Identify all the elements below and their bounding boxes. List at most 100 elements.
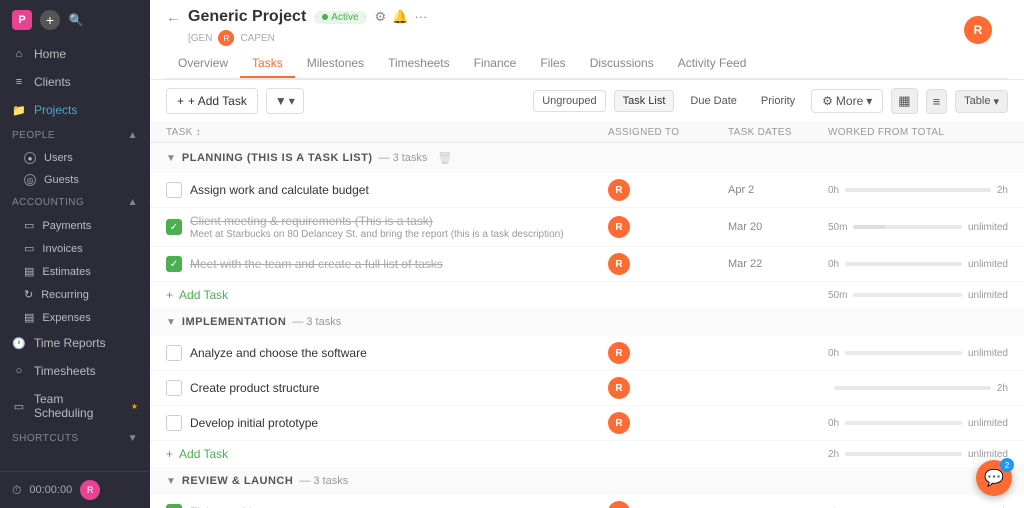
trash-icon[interactable]: 🗑 <box>437 151 452 165</box>
add-task-label: Add Task <box>179 447 228 461</box>
progress-bar <box>845 351 962 355</box>
chevron-up-icon: ▲ <box>128 130 138 141</box>
search-icon[interactable]: 🔍 <box>66 10 86 30</box>
assignee-avatar: R <box>608 253 630 275</box>
tab-activity-feed[interactable]: Activity Feed <box>666 50 759 78</box>
user-top-avatar[interactable]: R <box>964 16 992 44</box>
add-task-planning[interactable]: + Add Task 50m unlimited <box>150 282 1024 308</box>
subtotal-worked: 50m <box>828 290 847 301</box>
people-section-header: People ▲ <box>0 124 150 147</box>
chat-icon: 💬 <box>984 468 1004 488</box>
estimates-icon: ▤ <box>24 265 34 278</box>
back-button[interactable]: ← <box>166 9 180 25</box>
plus-icon: + <box>166 447 173 461</box>
project-header: ← Generic Project Active ⚙ 🔔 ··· [GEN R <box>150 0 1024 80</box>
task-assigned: R <box>608 377 728 399</box>
implementation-subtotal: 2h unlimited <box>828 449 1008 460</box>
task-worked: 0h 2h <box>828 185 1008 196</box>
filter-button[interactable]: ▼ ▾ <box>266 88 304 114</box>
sidebar-item-estimates[interactable]: ▤ Estimates <box>0 260 150 283</box>
task-list-button[interactable]: Task List <box>614 90 675 112</box>
more-button[interactable]: ⚙ More ▾ <box>811 89 883 113</box>
tab-overview[interactable]: Overview <box>166 50 240 78</box>
project-meta: [GEN R CAPEN <box>166 30 427 46</box>
sidebar-item-timesheets[interactable]: ○ Timesheets <box>0 357 150 385</box>
chat-badge: 2 <box>1000 458 1014 472</box>
user-avatar[interactable]: R <box>80 480 100 500</box>
tab-finance[interactable]: Finance <box>462 50 529 78</box>
total-value: unlimited <box>968 259 1008 270</box>
task-checkbox[interactable] <box>166 345 182 361</box>
sidebar-sub-label: Guests <box>44 174 79 186</box>
add-task-implementation[interactable]: + Add Task 2h unlimited <box>150 441 1024 467</box>
new-project-button[interactable]: + <box>40 10 60 30</box>
gear-icon: ⚙ <box>822 94 833 108</box>
tab-discussions[interactable]: Discussions <box>578 50 666 78</box>
worked-value: 50m <box>828 222 847 233</box>
tab-timesheets[interactable]: Timesheets <box>376 50 462 78</box>
sidebar-item-users[interactable]: ● Users <box>0 147 150 169</box>
section-implementation[interactable]: ▼ IMPLEMENTATION — 3 tasks <box>150 308 1024 336</box>
progress-bar <box>853 225 962 229</box>
more-icon[interactable]: ··· <box>414 9 427 25</box>
sidebar-sub-label: Payments <box>42 220 91 232</box>
sidebar-item-team-scheduling[interactable]: ▭ Team Scheduling ★ <box>0 385 150 427</box>
sidebar-item-time-reports[interactable]: 🕐 Time Reports <box>0 329 150 357</box>
assignee-avatar: R <box>608 412 630 434</box>
total-value: 2h <box>997 185 1008 196</box>
sidebar-item-home[interactable]: ⌂ Home <box>0 40 150 68</box>
notification-icon[interactable]: 🔔 <box>392 9 408 25</box>
grid-view-button[interactable]: ▦ <box>891 88 917 114</box>
add-task-label: Add Task <box>179 288 228 302</box>
projects-icon: 📁 <box>12 103 26 117</box>
col-dates-header: TASK DATES <box>728 127 828 138</box>
assignee-avatar: R <box>608 501 630 508</box>
task-checkbox[interactable]: ✓ <box>166 256 182 272</box>
task-checkbox[interactable] <box>166 415 182 431</box>
invoices-icon: ▭ <box>24 242 34 255</box>
task-checkbox[interactable]: ✓ <box>166 504 182 508</box>
more-label: More <box>836 94 863 108</box>
section-planning[interactable]: ▼ PLANNING (THIS IS A TASK LIST) — 3 tas… <box>150 143 1024 173</box>
task-assigned: R <box>608 216 728 238</box>
status-badge: Active <box>314 11 366 24</box>
chat-bubble-button[interactable]: 💬 2 <box>976 460 1012 496</box>
section-review-launch[interactable]: ▼ REVIEW & LAUNCH — 3 tasks <box>150 467 1024 495</box>
task-checkbox[interactable] <box>166 380 182 396</box>
task-checkbox[interactable] <box>166 182 182 198</box>
tab-tasks[interactable]: Tasks <box>240 50 295 78</box>
nav-tabs: Overview Tasks Milestones Timesheets Fin… <box>166 50 1008 79</box>
settings-icon[interactable]: ⚙ <box>375 9 387 25</box>
table-row: Develop initial prototype R 0h unlimited <box>150 406 1024 441</box>
table-header: TASK ↕ ASSIGNED TO TASK DATES WORKED FRO… <box>150 123 1024 143</box>
assignee-avatar: R <box>608 377 630 399</box>
tab-files[interactable]: Files <box>528 50 577 78</box>
sidebar-item-clients[interactable]: ≡ Clients <box>0 68 150 96</box>
ungrouped-button[interactable]: Ungrouped <box>533 90 605 112</box>
filter-dropdown-icon: ▾ <box>289 94 295 108</box>
sidebar-item-label: Time Reports <box>34 336 106 350</box>
table-label: Table <box>964 95 990 107</box>
task-assigned: R <box>608 412 728 434</box>
task-checkbox[interactable]: ✓ <box>166 219 182 235</box>
worked-value: 0h <box>828 259 839 270</box>
sidebar-item-expenses[interactable]: ▤ Expenses <box>0 306 150 329</box>
sidebar-item-recurring[interactable]: ↻ Recurring <box>0 283 150 306</box>
owner-avatar: R <box>218 30 234 46</box>
table-row: ✓ Client meeting & requirements (This is… <box>150 208 1024 247</box>
add-task-button[interactable]: + + Add Task <box>166 88 258 114</box>
implementation-section-name: IMPLEMENTATION <box>182 316 286 328</box>
sidebar-item-invoices[interactable]: ▭ Invoices <box>0 237 150 260</box>
sidebar-sub-label: Estimates <box>42 266 90 278</box>
sidebar-item-projects[interactable]: 📁 Projects <box>0 96 150 124</box>
sidebar-item-payments[interactable]: ▭ Payments <box>0 214 150 237</box>
task-name: Assign work and calculate budget <box>190 183 608 197</box>
task-worked: 2h <box>828 383 1008 394</box>
due-date-button[interactable]: Due Date <box>682 91 744 111</box>
table-button[interactable]: Table ▾ <box>955 90 1008 113</box>
star-badge: ★ <box>131 402 138 411</box>
list-view-button[interactable]: ≡ <box>926 89 948 114</box>
priority-button[interactable]: Priority <box>753 91 803 111</box>
sidebar-item-guests[interactable]: ◎ Guests <box>0 169 150 191</box>
tab-milestones[interactable]: Milestones <box>295 50 376 78</box>
